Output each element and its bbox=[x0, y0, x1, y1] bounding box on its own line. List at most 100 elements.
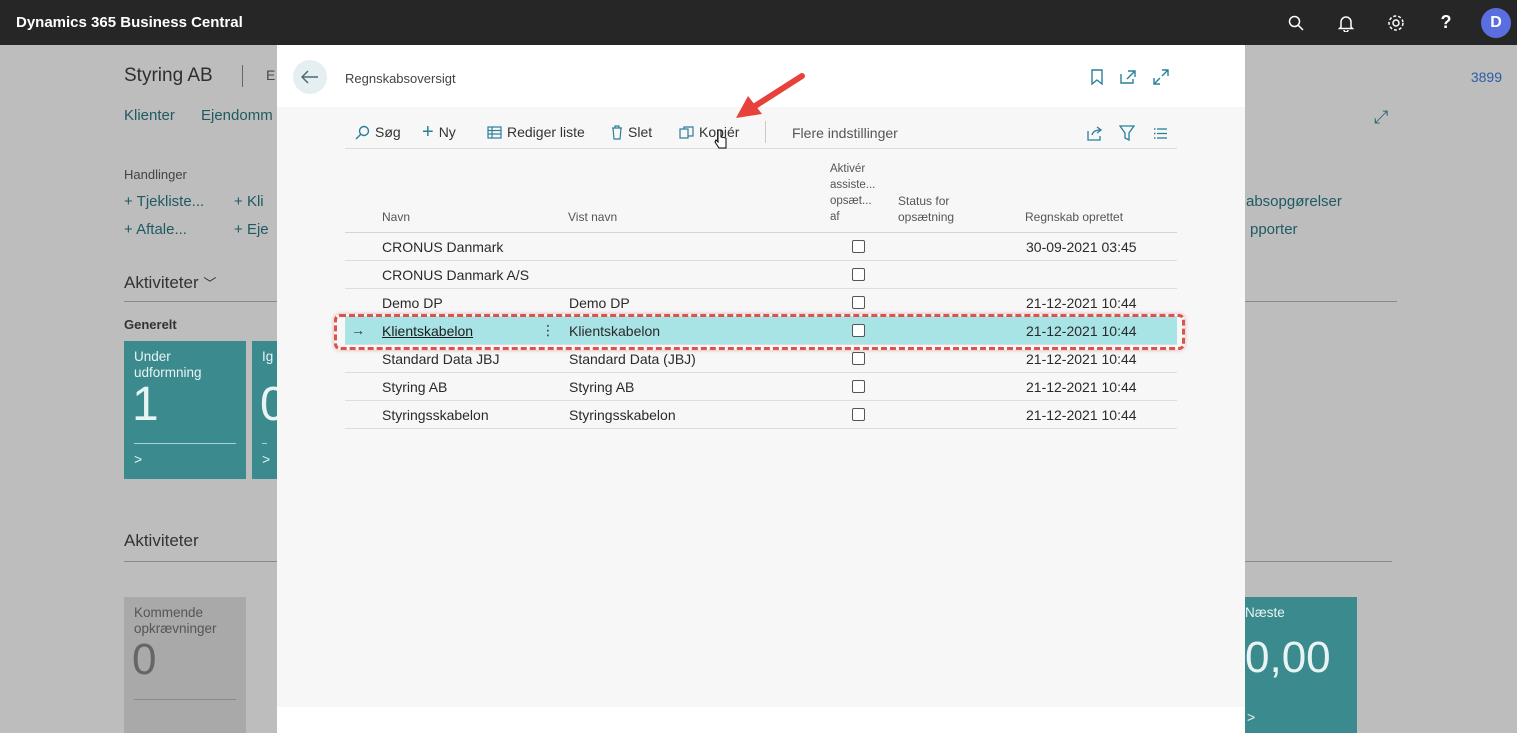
tile-value: 1 bbox=[132, 378, 159, 431]
row-name[interactable]: Standard Data JBJ bbox=[382, 351, 500, 367]
chevron-right-icon: > bbox=[262, 451, 271, 467]
tile-value: 0 bbox=[260, 378, 277, 431]
tile-label-line-1: Under bbox=[134, 349, 171, 364]
action-ejendom-label: Eje bbox=[246, 221, 269, 238]
help-icon[interactable]: ? bbox=[1421, 0, 1471, 45]
mouse-cursor-icon bbox=[714, 129, 727, 149]
modal-title: Regnskabsoversigt bbox=[345, 71, 456, 86]
row-checkbox[interactable] bbox=[852, 296, 865, 309]
action-tjekliste[interactable]: + Tjekliste... bbox=[124, 193, 204, 210]
column-header-created[interactable]: Regnskab oprettet bbox=[1025, 209, 1123, 225]
column-header-activate-line-3: opsæt... bbox=[830, 195, 872, 207]
tile-value: 0 bbox=[132, 635, 157, 684]
highlight-box bbox=[334, 314, 1185, 350]
column-header-activate-line-4: af bbox=[830, 211, 840, 223]
row-display-name: Styring AB bbox=[569, 379, 635, 395]
tile-label-line-2: opkrævninger bbox=[134, 621, 217, 636]
actions-label: Handlinger bbox=[124, 167, 187, 182]
tile-value: 0,00 bbox=[1245, 633, 1331, 682]
action-klient-label: Kli bbox=[246, 193, 264, 210]
action-aftale-label: Aftale... bbox=[136, 221, 187, 238]
row-checkbox[interactable] bbox=[852, 240, 865, 253]
row-created: 21-12-2021 10:44 bbox=[1026, 351, 1137, 367]
title-divider bbox=[242, 65, 243, 87]
search-button[interactable]: Søg bbox=[355, 120, 401, 144]
list-view-icon[interactable] bbox=[1150, 123, 1170, 143]
row-name[interactable]: Demo DP bbox=[382, 295, 443, 311]
row-checkbox[interactable] bbox=[852, 352, 865, 365]
column-header-status-line-2: opsætning bbox=[898, 210, 955, 224]
table-row[interactable]: CRONUS Danmark 30-09-2021 03:45 bbox=[345, 233, 1177, 261]
new-button[interactable]: + Ny bbox=[422, 120, 456, 144]
tile-divider bbox=[134, 699, 236, 700]
search-icon[interactable] bbox=[1271, 0, 1321, 45]
row-name[interactable]: CRONUS Danmark A/S bbox=[382, 267, 529, 283]
app-title[interactable]: Dynamics 365 Business Central bbox=[16, 14, 243, 31]
open-new-window-icon[interactable] bbox=[1118, 67, 1138, 87]
expand-icon[interactable]: ⤢ bbox=[1374, 107, 1388, 128]
action-klient[interactable]: + Kli bbox=[234, 193, 264, 210]
top-bar: Dynamics 365 Business Central ? D bbox=[0, 0, 1517, 45]
tile-divider bbox=[134, 443, 236, 444]
row-display-name: Standard Data (JBJ) bbox=[569, 351, 696, 367]
table-row[interactable]: Demo DP Demo DP 21-12-2021 10:44 bbox=[345, 289, 1177, 317]
section-divider-right bbox=[1245, 561, 1392, 562]
action-tjekliste-label: Tjekliste... bbox=[136, 193, 205, 210]
section-divider-right bbox=[1245, 301, 1397, 302]
column-header-display-name[interactable]: Vist navn bbox=[568, 209, 617, 225]
back-button[interactable] bbox=[293, 60, 327, 94]
tile-label-line-1: Kommende bbox=[134, 605, 204, 620]
section-aktiviteter-label: Aktiviteter bbox=[124, 273, 199, 292]
new-label: Ny bbox=[438, 124, 456, 140]
action-ejendom[interactable]: + Eje bbox=[234, 221, 269, 238]
delete-button[interactable]: Slet bbox=[611, 120, 652, 144]
header-number[interactable]: 3899 bbox=[1471, 69, 1502, 85]
nav-klienter[interactable]: Klienter bbox=[124, 107, 175, 124]
share-icon[interactable] bbox=[1085, 123, 1105, 143]
column-header-setup-status[interactable]: Status for opsætning bbox=[898, 193, 954, 225]
tile-label: Næste bbox=[1245, 605, 1285, 620]
edit-list-button[interactable]: Rediger liste bbox=[487, 120, 585, 144]
bookmark-icon[interactable] bbox=[1087, 67, 1107, 87]
table-row[interactable]: CRONUS Danmark A/S bbox=[345, 261, 1177, 289]
edit-list-label: Rediger liste bbox=[507, 124, 585, 140]
chevron-right-icon: > bbox=[134, 451, 143, 467]
search-label: Søg bbox=[375, 124, 401, 140]
action-aftale[interactable]: + Aftale... bbox=[124, 221, 187, 238]
nav-ejendomme[interactable]: Ejendomm bbox=[201, 107, 273, 124]
bell-icon[interactable] bbox=[1321, 0, 1371, 45]
row-display-name: Demo DP bbox=[569, 295, 630, 311]
row-checkbox[interactable] bbox=[852, 268, 865, 281]
row-checkbox[interactable] bbox=[852, 380, 865, 393]
gear-icon[interactable] bbox=[1371, 0, 1421, 45]
section-aktiviteter[interactable]: Aktiviteter ﹀ bbox=[124, 273, 216, 293]
avatar[interactable]: D bbox=[1481, 7, 1511, 38]
tile-label: Ig bbox=[262, 349, 274, 364]
modal-footer bbox=[277, 707, 1245, 733]
edit-list-icon bbox=[487, 125, 502, 139]
tile-igang[interactable]: Ig 0 > bbox=[252, 341, 277, 479]
row-name[interactable]: Styring AB bbox=[382, 379, 447, 395]
chevron-down-icon: ﹀ bbox=[203, 276, 217, 291]
tile-under-udformning[interactable]: Under udformning 1 > bbox=[124, 341, 246, 479]
tile-divider bbox=[262, 443, 267, 444]
table-row[interactable]: Styringsskabelon Styringsskabelon 21-12-… bbox=[345, 401, 1177, 429]
tile-kommende-opkraevninger[interactable]: Kommende opkrævninger 0 bbox=[124, 597, 246, 733]
row-name[interactable]: CRONUS Danmark bbox=[382, 239, 503, 255]
arrow-left-icon bbox=[301, 70, 318, 84]
section-divider bbox=[124, 561, 277, 562]
table-row[interactable]: Styring AB Styring AB 21-12-2021 10:44 bbox=[345, 373, 1177, 401]
column-header-activate-assisted[interactable]: Aktivér assiste... opsæt... af bbox=[830, 161, 875, 225]
column-header-name[interactable]: Navn bbox=[382, 209, 410, 225]
filter-icon[interactable] bbox=[1117, 123, 1137, 143]
action-rapporter[interactable]: pporter bbox=[1250, 221, 1298, 238]
row-display-name: Styringsskabelon bbox=[569, 407, 676, 423]
expand-icon[interactable] bbox=[1151, 67, 1171, 87]
row-name[interactable]: Styringsskabelon bbox=[382, 407, 489, 423]
page-title: Styring AB bbox=[124, 65, 213, 86]
annotation-arrow-icon bbox=[736, 73, 805, 118]
section-aktiviteter-2: Aktiviteter bbox=[124, 531, 199, 550]
tile-naeste[interactable]: Næste 0,00 > bbox=[1245, 597, 1357, 733]
row-checkbox[interactable] bbox=[852, 408, 865, 421]
action-regnskabsopgoerelser[interactable]: absopgørelser bbox=[1246, 193, 1342, 210]
